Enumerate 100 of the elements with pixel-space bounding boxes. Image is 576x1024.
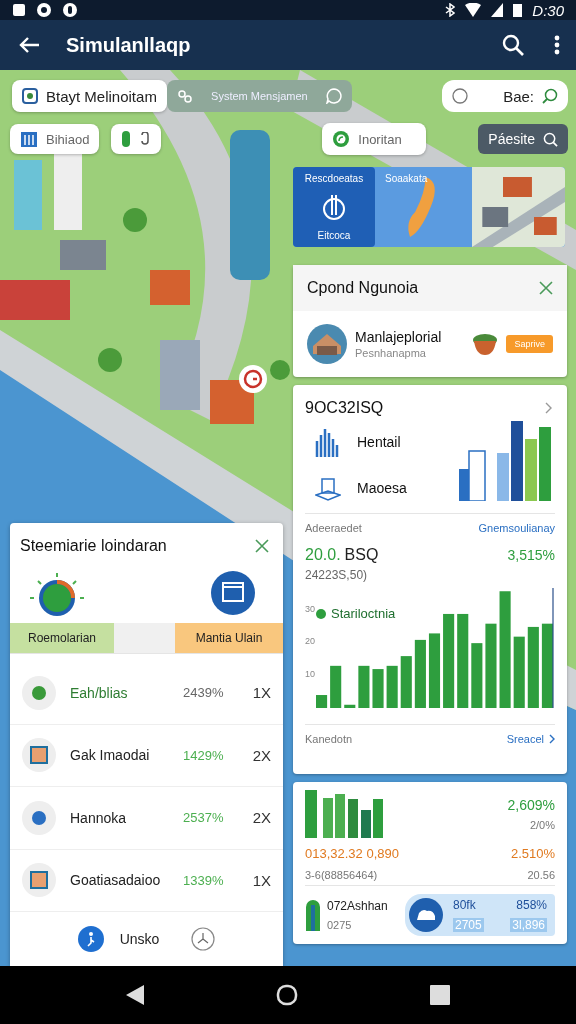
category-icon <box>22 738 56 773</box>
leaf-icon <box>332 130 351 148</box>
door-icon <box>305 899 321 931</box>
row-name: Goatiasadaioo <box>70 872 162 889</box>
category-button[interactable]: Roemolarian <box>10 623 114 653</box>
more-icon[interactable] <box>554 35 560 55</box>
battery-icon <box>513 3 523 17</box>
row-multiplier: 1X <box>251 871 271 889</box>
list-row[interactable]: Eah/blias 2439% 1X <box>10 662 283 725</box>
card-title: 9OC32ISQ <box>305 399 384 417</box>
chart-bar <box>358 665 370 708</box>
filter-chip[interactable]: Btayt Melinoitam <box>12 80 167 112</box>
clock-time: D:30 <box>532 1 564 19</box>
see-more-link[interactable]: Sreacel <box>506 733 544 745</box>
map-pin-icon[interactable] <box>238 364 268 394</box>
tree <box>123 208 147 232</box>
value-subtitle: 24223S,50) <box>305 568 369 582</box>
signal-icon <box>491 3 504 17</box>
house-building <box>210 380 254 424</box>
section-label: Adeeraedet <box>305 522 362 534</box>
map-tile-title: Soaakata <box>385 173 428 184</box>
axis-tick: 30 <box>305 603 315 614</box>
bar-chart-icon <box>315 427 341 457</box>
row-percent: 2439% <box>183 685 225 701</box>
card-title: Cpond Ngunoia <box>307 279 419 297</box>
pill-icon <box>121 130 132 148</box>
house-building <box>160 340 200 410</box>
house-building <box>0 280 70 320</box>
link-icon <box>176 88 193 104</box>
footer-label: Kanedotn <box>305 733 353 745</box>
search-field[interactable]: Bae: <box>442 80 568 112</box>
panel-title: Steemiarie loindaran <box>20 537 167 555</box>
pill-subvalue: 3l,896 <box>510 918 547 932</box>
wifi-icon <box>465 3 482 17</box>
pill-value: 858% <box>516 898 547 912</box>
close-icon[interactable] <box>255 539 269 553</box>
circle-icon <box>452 88 468 104</box>
row-name: Hannoka <box>70 809 128 826</box>
value-amount: 20.0. <box>305 546 341 564</box>
list-row[interactable]: Gak Imaodai 1429% 2X <box>10 724 283 787</box>
item-title: 072Ashhan <box>327 899 388 913</box>
category-icon <box>22 863 56 898</box>
bowl-icon <box>472 332 499 356</box>
place-subtitle: Pesnhanapma <box>355 347 427 359</box>
pill-title: 80fk <box>453 898 477 912</box>
change-subtitle: 2/0% <box>529 819 555 831</box>
back-icon[interactable] <box>126 985 144 1005</box>
chart-bar <box>414 639 426 708</box>
stat-label: Hentail <box>357 434 401 450</box>
place-button[interactable]: Páesite <box>478 124 568 154</box>
row-multiplier: 1X <box>251 684 271 702</box>
change-percent: 3,515% <box>507 547 555 563</box>
bluetooth-icon <box>445 3 456 17</box>
legend-icon <box>315 607 327 620</box>
toggle-chip[interactable] <box>111 124 162 154</box>
row-multiplier: 2X <box>251 809 271 827</box>
house-building <box>150 270 190 305</box>
change-percent: 2,609% <box>507 797 555 813</box>
pill-subtitle: 2705 <box>453 918 484 932</box>
filter-chip[interactable]: Inoritan <box>322 123 427 155</box>
chart-bar <box>386 665 398 708</box>
axis-tick: 20 <box>305 636 315 647</box>
tree <box>98 348 122 372</box>
value-subtitle: 20.56 <box>527 869 555 881</box>
clock-icon[interactable] <box>191 927 216 951</box>
chevron-icon[interactable] <box>549 734 555 744</box>
tool-icon <box>322 193 346 221</box>
notification-icon <box>12 3 26 17</box>
list-row[interactable]: Goatiasadaioo 1339% 1X <box>10 849 283 912</box>
chart-bar <box>513 636 525 708</box>
calendar-icon <box>211 571 255 615</box>
search-icon[interactable] <box>502 34 524 56</box>
chart-bar <box>471 643 483 708</box>
row-name: Eah/blias <box>70 684 129 701</box>
close-icon[interactable] <box>539 281 553 295</box>
category-icon <box>22 800 56 835</box>
service-tile[interactable]: Rescdoeatas Eitcoca <box>293 167 375 247</box>
chart-bar <box>344 704 356 708</box>
chevron-icon[interactable] <box>545 402 553 414</box>
chart-bar <box>400 656 412 708</box>
tower-building <box>14 160 42 230</box>
filter-chip[interactable]: Bihiaod <box>10 124 100 154</box>
value-subtitle: 3-6(88856464) <box>305 869 378 881</box>
axis-tick: 10 <box>305 668 315 679</box>
summary-pill[interactable]: 80fk 2705 858% 3l,896 <box>405 894 555 936</box>
category-button[interactable]: Mantia Ulain <box>175 623 283 653</box>
back-icon[interactable] <box>18 36 40 54</box>
row-percent: 2537% <box>183 810 225 826</box>
tree <box>270 360 290 380</box>
row-multiplier: 2X <box>251 746 271 764</box>
list-row[interactable]: Hannoka 2537% 2X <box>10 787 283 850</box>
home-icon[interactable] <box>276 984 298 1006</box>
category-icon <box>22 675 56 710</box>
details-link[interactable]: Gnemsoulianay <box>478 522 555 534</box>
row-name: Gak Imaodai <box>70 747 151 764</box>
cloud-icon <box>409 898 443 932</box>
chart-bar <box>316 695 328 708</box>
building-icon <box>315 475 341 501</box>
tile-title: Rescdoeatas <box>304 173 364 184</box>
row-percent: 1339% <box>183 872 225 888</box>
